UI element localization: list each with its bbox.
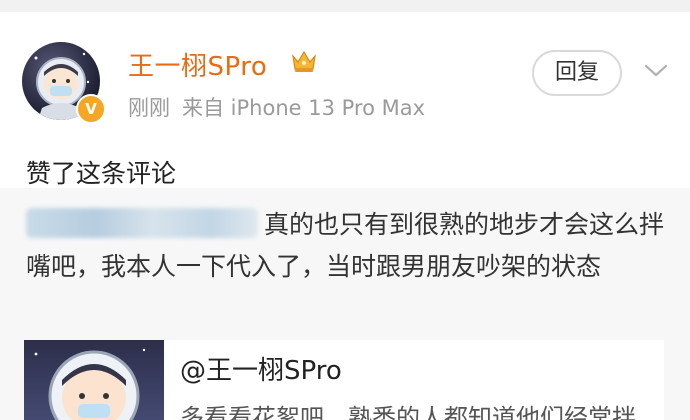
astronaut-thumbnail-icon bbox=[34, 348, 146, 420]
post-time: 刚刚 bbox=[128, 96, 170, 120]
reply-button[interactable]: 回复 bbox=[532, 50, 622, 96]
referenced-post-title[interactable]: @王一栩SPro bbox=[180, 350, 342, 387]
username[interactable]: 王一栩SPro bbox=[128, 46, 267, 83]
referenced-post-thumbnail bbox=[24, 340, 164, 420]
like-action-text: 赞了这条评论 bbox=[26, 159, 177, 188]
notification-card: V 王一栩SPro 刚刚 来自 iPhone 13 Pro Max 回复 赞了这条… bbox=[0, 12, 690, 188]
vip-crown-icon bbox=[292, 50, 316, 72]
referenced-post-snippet: 多看看花絮吧，熟悉的人都知道他们经常拌 bbox=[180, 404, 636, 420]
quoted-comment-body: 真的也只有到很熟的地步才会这么拌嘴吧，我本人一下代入了，当时跟男朋友吵架的状态 bbox=[26, 204, 666, 288]
post-meta: 刚刚 来自 iPhone 13 Pro Max bbox=[128, 92, 425, 122]
blurred-commenter-name bbox=[26, 208, 258, 238]
referenced-post-card[interactable]: @王一栩SPro 多看看花絮吧，熟悉的人都知道他们经常拌 bbox=[24, 340, 664, 420]
post-source: 来自 iPhone 13 Pro Max bbox=[182, 96, 426, 120]
verified-badge: V bbox=[76, 94, 106, 124]
top-divider bbox=[0, 0, 690, 12]
chevron-down-icon[interactable] bbox=[642, 60, 670, 80]
